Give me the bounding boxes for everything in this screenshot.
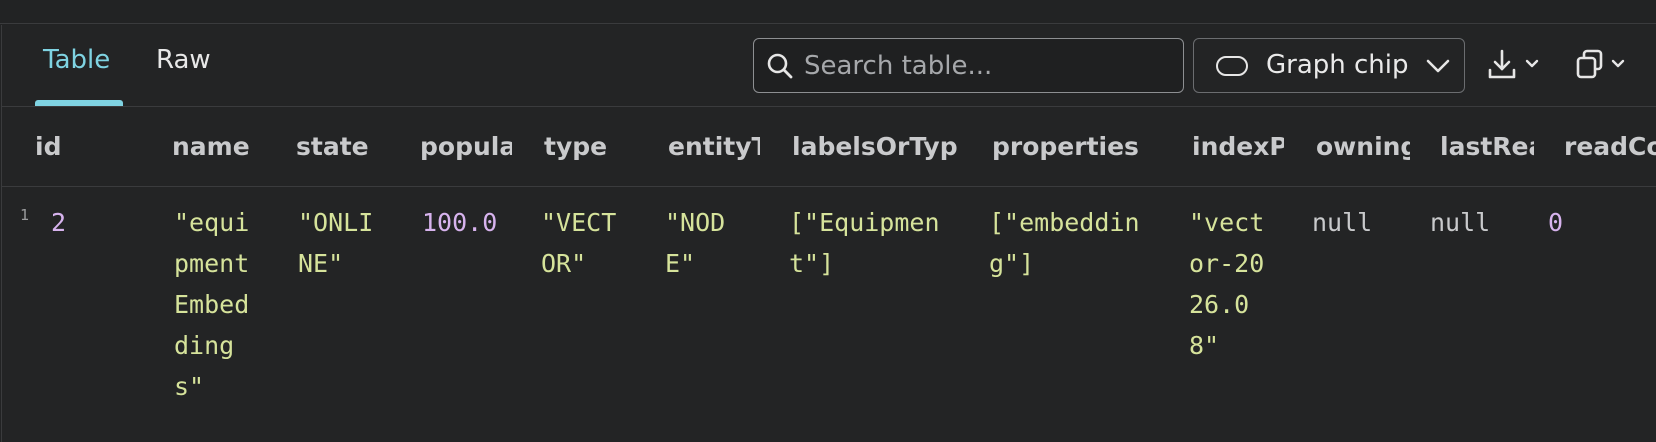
search-input[interactable] <box>804 47 1164 85</box>
column-header-owning[interactable]: owning <box>1316 132 1410 161</box>
pill-icon <box>1216 56 1248 76</box>
table-header: id name state popula type entityT labels… <box>2 107 1656 187</box>
chevron-down-icon <box>1426 58 1450 78</box>
cell-owning: null <box>1312 208 1373 237</box>
cell-state: "ONLINE" <box>298 208 374 278</box>
column-header-entity-type[interactable]: entityT <box>668 132 760 161</box>
tab-raw[interactable]: Raw <box>156 45 211 75</box>
column-header-type[interactable]: type <box>544 132 654 161</box>
column-header-state[interactable]: state <box>296 132 406 161</box>
column-header-id[interactable]: id <box>35 132 145 161</box>
search-icon <box>766 52 794 84</box>
top-strip <box>0 0 1656 24</box>
cell-labels-or-types: ["Equipment"] <box>789 208 940 278</box>
column-header-properties[interactable]: properties <box>992 132 1152 161</box>
column-header-name[interactable]: name <box>172 132 282 161</box>
column-header-popularity[interactable]: popula <box>420 132 512 161</box>
graph-chip-dropdown[interactable]: Graph chip <box>1193 38 1465 93</box>
column-header-last-read[interactable]: lastRea <box>1440 132 1534 161</box>
tab-table[interactable]: Table <box>43 45 110 75</box>
download-button[interactable] <box>1487 49 1547 87</box>
column-header-index-provider[interactable]: indexP <box>1192 132 1284 161</box>
copy-icon <box>1575 49 1635 87</box>
cell-index-provider: "vector-2026.08" <box>1189 208 1265 360</box>
download-icon <box>1487 49 1547 87</box>
cell-id: 2 <box>51 208 67 237</box>
graph-chip-label: Graph chip <box>1266 50 1409 80</box>
search-box[interactable] <box>753 38 1184 93</box>
cell-name: "equipmentEmbeddings" <box>174 208 250 401</box>
table-row: 1 2 "equipmentEmbeddings" "ONLINE" 100.0… <box>2 188 1656 438</box>
column-header-read-count[interactable]: readCo <box>1564 132 1656 161</box>
cell-properties: ["embedding"] <box>989 208 1140 278</box>
cell-read-count: 0 <box>1548 208 1564 237</box>
cell-type: "VECTOR" <box>541 208 617 278</box>
cell-last-read: null <box>1430 208 1491 237</box>
cell-entity-type: "NODE" <box>665 208 726 278</box>
toolbar: Table Raw Graph chip <box>2 25 1656 107</box>
column-header-labels-or-types[interactable]: labelsOrTyp <box>792 132 960 161</box>
cell-popularity: 100.0 <box>422 208 498 237</box>
copy-button[interactable] <box>1575 49 1635 87</box>
active-tab-indicator <box>35 100 123 106</box>
row-number: 1 <box>20 206 30 224</box>
results-panel: Table Raw Graph chip <box>1 25 1656 442</box>
